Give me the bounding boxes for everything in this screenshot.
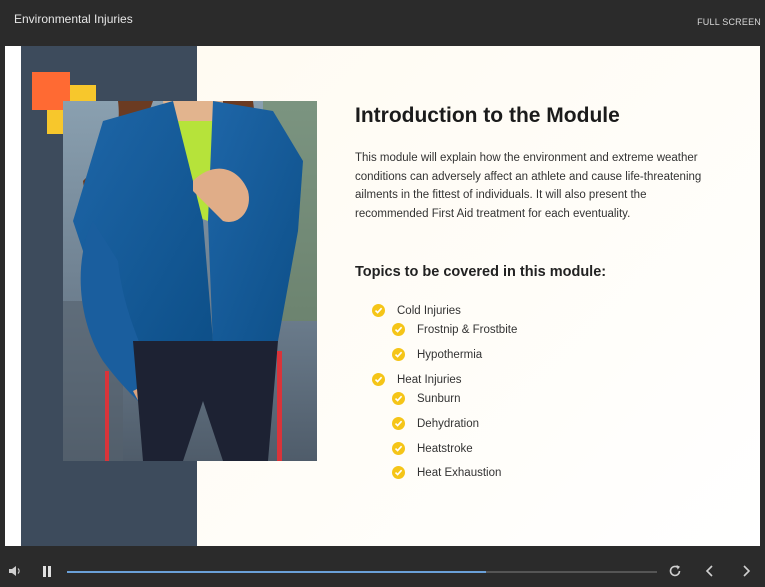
- topic-label: Cold Injuries: [397, 304, 461, 317]
- check-icon: [392, 392, 405, 405]
- fullscreen-button[interactable]: FULL SCREEN: [697, 17, 761, 27]
- pause-icon[interactable]: [41, 565, 53, 578]
- topic-label: Hypothermia: [417, 348, 483, 361]
- check-icon: [392, 442, 405, 455]
- topic-label: Heat Exhaustion: [417, 466, 502, 479]
- topic-label: Heatstroke: [417, 442, 473, 455]
- slide-canvas: Introduction to the Module This module w…: [5, 46, 760, 546]
- check-icon: [392, 348, 405, 361]
- progress-fill: [67, 571, 486, 573]
- previous-icon[interactable]: [703, 564, 717, 578]
- slide-heading: Introduction to the Module: [355, 104, 620, 127]
- check-icon: [392, 417, 405, 430]
- topic-item: Heatstroke: [392, 442, 473, 455]
- topics-heading: Topics to be covered in this module:: [355, 264, 607, 280]
- topic-item: Frostnip & Frostbite: [392, 323, 517, 336]
- topic-item: Hypothermia: [392, 348, 482, 361]
- slide-left-margin: [5, 46, 21, 546]
- progress-track[interactable]: [67, 571, 657, 573]
- topic-item: Dehydration: [392, 417, 479, 430]
- topic-item: Sunburn: [392, 392, 460, 405]
- check-icon: [372, 304, 385, 317]
- intro-paragraph: This module will explain how the environ…: [355, 152, 702, 220]
- topic-label: Frostnip & Frostbite: [417, 323, 518, 336]
- athlete-illustration: [63, 101, 317, 461]
- check-icon: [372, 373, 385, 386]
- volume-icon[interactable]: [8, 564, 22, 578]
- topic-item: Heat Injuries: [372, 373, 462, 386]
- topic-label: Sunburn: [417, 392, 461, 405]
- topic-label: Dehydration: [417, 417, 480, 430]
- course-title: Environmental Injuries: [14, 12, 133, 26]
- topic-label: Heat Injuries: [397, 373, 462, 386]
- topic-item: Cold Injuries: [372, 304, 461, 317]
- top-bar: Environmental Injuries FULL SCREEN: [0, 0, 765, 46]
- replay-icon[interactable]: [668, 564, 682, 578]
- next-icon[interactable]: [739, 564, 753, 578]
- check-icon: [392, 323, 405, 336]
- topic-item: Heat Exhaustion: [392, 466, 501, 479]
- check-icon: [392, 466, 405, 479]
- athlete-photo: [63, 101, 317, 461]
